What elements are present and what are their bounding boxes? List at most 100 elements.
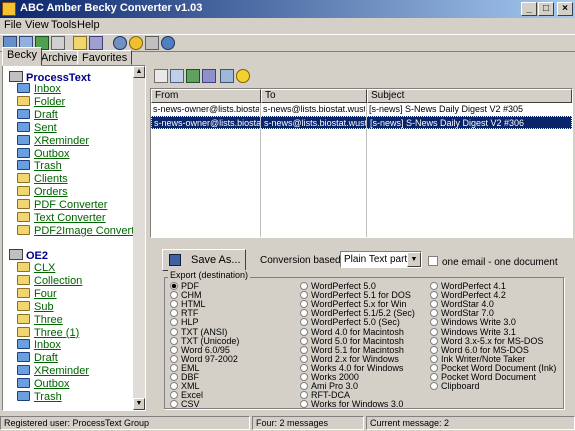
new-document-icon[interactable] bbox=[154, 69, 168, 83]
radio-button[interactable] bbox=[300, 300, 308, 309]
radio-button[interactable] bbox=[430, 382, 438, 391]
tree-group-oe2[interactable]: OE2 bbox=[9, 249, 48, 262]
help-icon[interactable] bbox=[113, 36, 127, 50]
folder-icon[interactable] bbox=[73, 36, 87, 50]
radio-button[interactable] bbox=[300, 291, 308, 300]
radio-button[interactable] bbox=[300, 336, 308, 345]
tree-folder[interactable]: Three (1) bbox=[17, 326, 79, 339]
star-icon[interactable] bbox=[129, 36, 143, 50]
radio-button[interactable] bbox=[300, 373, 308, 381]
radio-button[interactable] bbox=[430, 336, 438, 345]
radio-button[interactable] bbox=[170, 382, 178, 391]
radio-button[interactable] bbox=[300, 282, 308, 290]
radio-button[interactable] bbox=[430, 373, 438, 381]
tree-folder[interactable]: Text Converter bbox=[17, 212, 106, 224]
tree-folder[interactable]: Folder bbox=[17, 95, 65, 108]
save-as-button[interactable]: Save As... bbox=[162, 249, 246, 271]
settings-icon[interactable] bbox=[220, 69, 234, 83]
column-from[interactable]: From bbox=[151, 89, 261, 103]
tab-favorites[interactable]: Favorites bbox=[77, 50, 133, 65]
radio-button[interactable] bbox=[430, 282, 438, 290]
tree-folder[interactable]: Outbox bbox=[17, 147, 69, 160]
radio-button[interactable] bbox=[430, 291, 438, 300]
filter-icon[interactable] bbox=[89, 36, 103, 50]
select-all-icon[interactable] bbox=[170, 69, 184, 83]
radio-button[interactable] bbox=[430, 345, 438, 354]
radio-button[interactable] bbox=[170, 363, 178, 372]
radio-button[interactable] bbox=[300, 382, 308, 391]
menu-file[interactable]: File bbox=[4, 19, 22, 31]
radio-button[interactable] bbox=[170, 282, 178, 290]
radio-button[interactable] bbox=[430, 309, 438, 318]
web-icon[interactable] bbox=[161, 36, 175, 50]
tree-folder[interactable]: PDF Converter bbox=[17, 199, 107, 211]
maximize-button[interactable]: □ bbox=[538, 2, 554, 16]
radio-button[interactable] bbox=[300, 309, 308, 318]
tree-folder[interactable]: Draft bbox=[17, 108, 58, 121]
tree-folder[interactable]: Trash bbox=[17, 391, 62, 403]
radio-button[interactable] bbox=[170, 373, 178, 381]
refresh-icon[interactable] bbox=[51, 36, 65, 50]
radio-button[interactable] bbox=[170, 327, 178, 336]
column-to[interactable]: To bbox=[261, 89, 367, 103]
radio-button[interactable] bbox=[300, 391, 308, 400]
menu-view[interactable]: View bbox=[25, 19, 49, 31]
radio-button[interactable] bbox=[170, 291, 178, 300]
tree-folder[interactable]: Inbox bbox=[17, 83, 61, 95]
radio-button[interactable] bbox=[300, 345, 308, 354]
radio-button[interactable] bbox=[430, 327, 438, 336]
menu-tools[interactable]: Tools bbox=[51, 19, 77, 31]
print-icon[interactable] bbox=[145, 36, 159, 50]
tree-folder[interactable]: XReminder bbox=[17, 365, 89, 377]
column-subject[interactable]: Subject bbox=[367, 89, 572, 103]
minimize-button[interactable]: _ bbox=[521, 2, 537, 16]
tree-folder[interactable]: Outbox bbox=[17, 378, 69, 390]
radio-button[interactable] bbox=[170, 336, 178, 345]
message-row[interactable]: s-news-owner@lists.biostat.... s-news@lis… bbox=[151, 116, 572, 129]
export-option[interactable]: CSV bbox=[170, 400, 200, 409]
conversion-select[interactable]: Plain Text part ▼ bbox=[340, 251, 422, 268]
tree-folder[interactable]: Clients bbox=[17, 173, 68, 185]
merge-icon[interactable] bbox=[202, 69, 216, 83]
radio-button[interactable] bbox=[170, 345, 178, 354]
tree-folder[interactable]: Trash bbox=[17, 160, 62, 172]
radio-button[interactable] bbox=[430, 363, 438, 372]
tree-folder[interactable]: Orders bbox=[17, 186, 68, 198]
tree-scrollbar[interactable]: ▲ ▼ bbox=[133, 66, 145, 410]
radio-button[interactable] bbox=[170, 400, 178, 409]
favorite-icon[interactable] bbox=[236, 69, 250, 83]
menu-help[interactable]: Help bbox=[77, 19, 100, 31]
export-option[interactable]: Works for Windows 3.0 bbox=[300, 400, 403, 409]
radio-button[interactable] bbox=[170, 391, 178, 400]
scroll-down-button[interactable]: ▼ bbox=[133, 398, 145, 410]
export-option[interactable]: Clipboard bbox=[430, 382, 480, 391]
tree-folder[interactable]: PDF2Image Converter bbox=[17, 224, 144, 237]
checkbox-box[interactable] bbox=[428, 256, 438, 266]
one-email-checkbox[interactable]: one email - one document bbox=[428, 256, 558, 268]
radio-button[interactable] bbox=[430, 318, 438, 327]
convert-selected-icon[interactable] bbox=[186, 69, 200, 83]
radio-button[interactable] bbox=[300, 318, 308, 327]
tree-folder[interactable]: Sub bbox=[17, 300, 54, 313]
tree-folder[interactable]: CLX bbox=[17, 262, 55, 274]
radio-button[interactable] bbox=[300, 363, 308, 372]
message-row[interactable]: s-news-owner@lists.biostat.... s-news@lis… bbox=[151, 103, 572, 116]
tree-folder[interactable]: Sent bbox=[17, 121, 57, 134]
radio-button[interactable] bbox=[170, 354, 178, 363]
radio-button[interactable] bbox=[300, 327, 308, 336]
radio-button[interactable] bbox=[170, 309, 178, 318]
radio-button[interactable] bbox=[430, 354, 438, 363]
tree-folder[interactable]: Draft bbox=[17, 352, 58, 364]
tree-folder[interactable]: XReminder bbox=[17, 134, 89, 147]
tree-folder[interactable]: Four bbox=[17, 287, 57, 300]
tree-folder[interactable]: Three bbox=[17, 313, 63, 326]
radio-button[interactable] bbox=[300, 354, 308, 363]
tree-folder[interactable]: Inbox bbox=[17, 339, 61, 351]
radio-button[interactable] bbox=[300, 400, 308, 409]
radio-button[interactable] bbox=[170, 300, 178, 309]
radio-button[interactable] bbox=[170, 318, 178, 327]
radio-button[interactable] bbox=[430, 300, 438, 309]
tab-archive[interactable]: Archive bbox=[36, 50, 83, 65]
scroll-up-button[interactable]: ▲ bbox=[133, 66, 145, 78]
close-button[interactable]: × bbox=[557, 2, 573, 16]
